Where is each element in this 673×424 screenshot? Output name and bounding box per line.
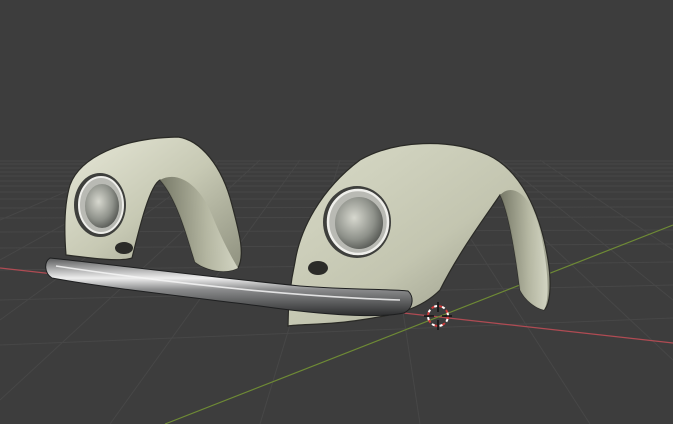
right-headlight	[323, 186, 391, 258]
3d-viewport[interactable]	[0, 0, 673, 424]
3d-cursor-icon[interactable]	[424, 302, 452, 330]
viewport-canvas[interactable]	[0, 0, 673, 424]
left-fender[interactable]	[64, 136, 242, 272]
left-horn-grille	[115, 242, 133, 254]
right-horn-grille	[308, 261, 328, 275]
left-headlight	[74, 173, 126, 237]
